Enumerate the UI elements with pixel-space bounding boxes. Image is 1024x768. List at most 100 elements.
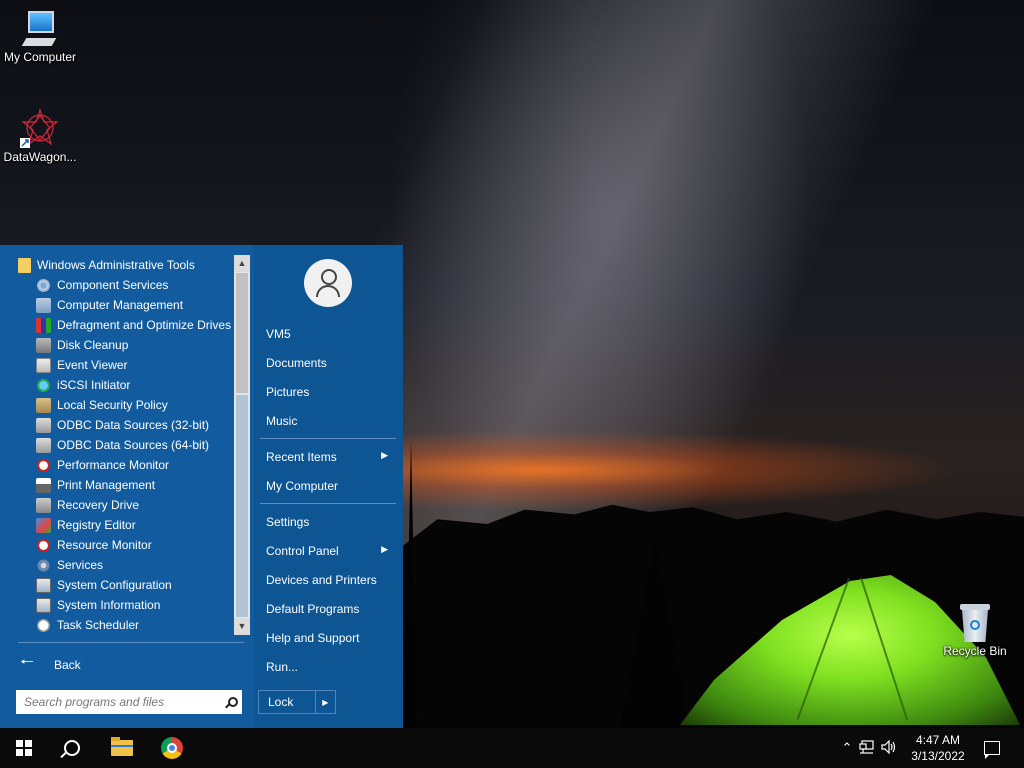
start-button[interactable] bbox=[0, 728, 48, 768]
program-label: iSCSI Initiator bbox=[57, 378, 131, 392]
event-viewer-icon bbox=[36, 357, 51, 373]
resource-monitor-icon bbox=[36, 537, 51, 553]
computer-management-icon bbox=[36, 297, 51, 313]
menu-item-run[interactable]: Run... bbox=[266, 660, 396, 674]
search-input[interactable] bbox=[22, 694, 206, 710]
volume-icon[interactable] bbox=[878, 739, 900, 757]
menu-item-control-panel[interactable]: Control Panel ▶ bbox=[266, 544, 396, 558]
registry-editor-icon bbox=[36, 517, 51, 533]
program-recovery-drive[interactable]: Recovery Drive bbox=[12, 495, 232, 515]
menu-item-pictures[interactable]: Pictures bbox=[266, 385, 396, 399]
chevron-right-icon: ▶ bbox=[381, 450, 388, 460]
computer-icon bbox=[20, 8, 60, 48]
odbc-icon bbox=[36, 417, 51, 433]
program-label: Performance Monitor bbox=[57, 458, 170, 472]
chevron-right-icon: ▶ bbox=[381, 544, 388, 554]
action-center-button[interactable] bbox=[980, 728, 1004, 768]
divider bbox=[260, 503, 396, 504]
system-configuration-icon bbox=[36, 577, 51, 593]
odbc-icon bbox=[36, 437, 51, 453]
program-resource-monitor[interactable]: Resource Monitor bbox=[12, 535, 232, 555]
program-performance-monitor[interactable]: Performance Monitor bbox=[12, 455, 232, 475]
menu-item-my-computer[interactable]: My Computer bbox=[266, 479, 396, 493]
desktop-icon-label: DataWagon... bbox=[3, 150, 77, 164]
scroll-down-button[interactable]: ▼ bbox=[234, 618, 250, 635]
desktop-icon-datawagon[interactable]: DataWagon... bbox=[0, 108, 80, 164]
start-menu: Windows Administrative Tools Component S… bbox=[0, 245, 403, 728]
scrollbar-thumb[interactable] bbox=[236, 273, 248, 393]
program-label: ODBC Data Sources (32-bit) bbox=[57, 418, 210, 432]
lock-button[interactable]: Lock bbox=[259, 695, 315, 709]
program-label: Computer Management bbox=[57, 298, 184, 312]
taskbar-clock[interactable]: 4:47 AM 3/13/2022 bbox=[903, 732, 973, 764]
program-task-scheduler[interactable]: Task Scheduler bbox=[12, 615, 232, 635]
search-box[interactable] bbox=[16, 690, 242, 714]
program-print-management[interactable]: Print Management bbox=[12, 475, 232, 495]
program-local-security-policy[interactable]: Local Security Policy bbox=[12, 395, 232, 415]
search-icon[interactable] bbox=[225, 696, 238, 708]
program-label: Local Security Policy bbox=[57, 398, 168, 412]
taskbar-chrome[interactable] bbox=[148, 728, 196, 768]
menu-item-devices-printers[interactable]: Devices and Printers bbox=[266, 573, 396, 587]
windows-logo-icon bbox=[16, 740, 32, 756]
program-label: System Configuration bbox=[57, 578, 172, 592]
scroll-up-button[interactable]: ▲ bbox=[234, 255, 250, 272]
program-event-viewer[interactable]: Event Viewer bbox=[12, 355, 232, 375]
printer-icon bbox=[36, 477, 51, 493]
program-list-scrollbar[interactable]: ▲ ▼ bbox=[234, 255, 250, 635]
chevron-up-icon[interactable]: ⌃ bbox=[838, 740, 856, 756]
desktop-icon-my-computer[interactable]: My Computer bbox=[0, 8, 80, 64]
recycle-bin-icon bbox=[955, 602, 995, 642]
program-system-information[interactable]: System Information bbox=[12, 595, 232, 615]
clock-time: 4:47 AM bbox=[915, 733, 961, 747]
program-label: Recovery Drive bbox=[57, 498, 140, 512]
menu-item-recent-items[interactable]: Recent Items ▶ bbox=[266, 450, 396, 464]
program-system-configuration[interactable]: System Configuration bbox=[12, 575, 232, 595]
notification-icon bbox=[984, 741, 1000, 759]
program-iscsi-initiator[interactable]: iSCSI Initiator bbox=[12, 375, 232, 395]
folder-icon bbox=[18, 257, 31, 273]
menu-item-documents[interactable]: Documents bbox=[266, 356, 396, 370]
program-label: Task Scheduler bbox=[57, 618, 140, 632]
program-odbc-32[interactable]: ODBC Data Sources (32-bit) bbox=[12, 415, 232, 435]
folder-windows-administrative-tools[interactable]: Windows Administrative Tools bbox=[12, 255, 232, 275]
back-label: Back bbox=[53, 657, 81, 672]
menu-item-default-programs[interactable]: Default Programs bbox=[266, 602, 396, 616]
menu-item-label: Default Programs bbox=[266, 602, 360, 616]
menu-item-user[interactable]: VM5 bbox=[266, 327, 396, 341]
back-button[interactable]: 🠐 Back bbox=[20, 651, 81, 678]
menu-item-music[interactable]: Music bbox=[266, 414, 396, 428]
scrollbar-track[interactable] bbox=[236, 395, 248, 617]
program-odbc-64[interactable]: ODBC Data Sources (64-bit) bbox=[12, 435, 232, 455]
user-avatar[interactable] bbox=[304, 259, 352, 307]
menu-item-help-support[interactable]: Help and Support bbox=[266, 631, 396, 645]
program-component-services[interactable]: Component Services bbox=[12, 275, 232, 295]
recovery-drive-icon bbox=[36, 497, 51, 513]
taskbar-file-explorer[interactable] bbox=[98, 728, 146, 768]
program-disk-cleanup[interactable]: Disk Cleanup bbox=[12, 335, 232, 355]
search-icon bbox=[64, 740, 80, 756]
divider bbox=[260, 438, 396, 439]
component-services-icon bbox=[36, 277, 51, 293]
datawagon-icon bbox=[20, 108, 60, 148]
program-label: Disk Cleanup bbox=[57, 338, 129, 352]
program-computer-management[interactable]: Computer Management bbox=[12, 295, 232, 315]
services-gear-icon bbox=[36, 557, 51, 573]
security-policy-icon bbox=[36, 397, 51, 413]
menu-item-settings[interactable]: Settings bbox=[266, 515, 396, 529]
program-label: ODBC Data Sources (64-bit) bbox=[57, 438, 210, 452]
program-registry-editor[interactable]: Registry Editor bbox=[12, 515, 232, 535]
program-label: Event Viewer bbox=[57, 358, 128, 372]
desktop-icon-recycle-bin[interactable]: Recycle Bin bbox=[935, 602, 1015, 658]
program-services[interactable]: Services bbox=[12, 555, 232, 575]
iscsi-icon bbox=[36, 377, 51, 393]
start-menu-programs-pane: Windows Administrative Tools Component S… bbox=[0, 245, 254, 728]
network-icon[interactable] bbox=[856, 739, 878, 757]
lock-options-arrow-icon[interactable]: ▶ bbox=[314, 691, 335, 713]
user-icon-body bbox=[316, 285, 340, 297]
program-label: Component Services bbox=[57, 278, 169, 292]
menu-item-label: My Computer bbox=[266, 479, 339, 493]
taskbar-search-button[interactable] bbox=[48, 728, 96, 768]
program-defragment[interactable]: Defragment and Optimize Drives bbox=[12, 315, 232, 335]
menu-item-label: Devices and Printers bbox=[266, 573, 377, 587]
